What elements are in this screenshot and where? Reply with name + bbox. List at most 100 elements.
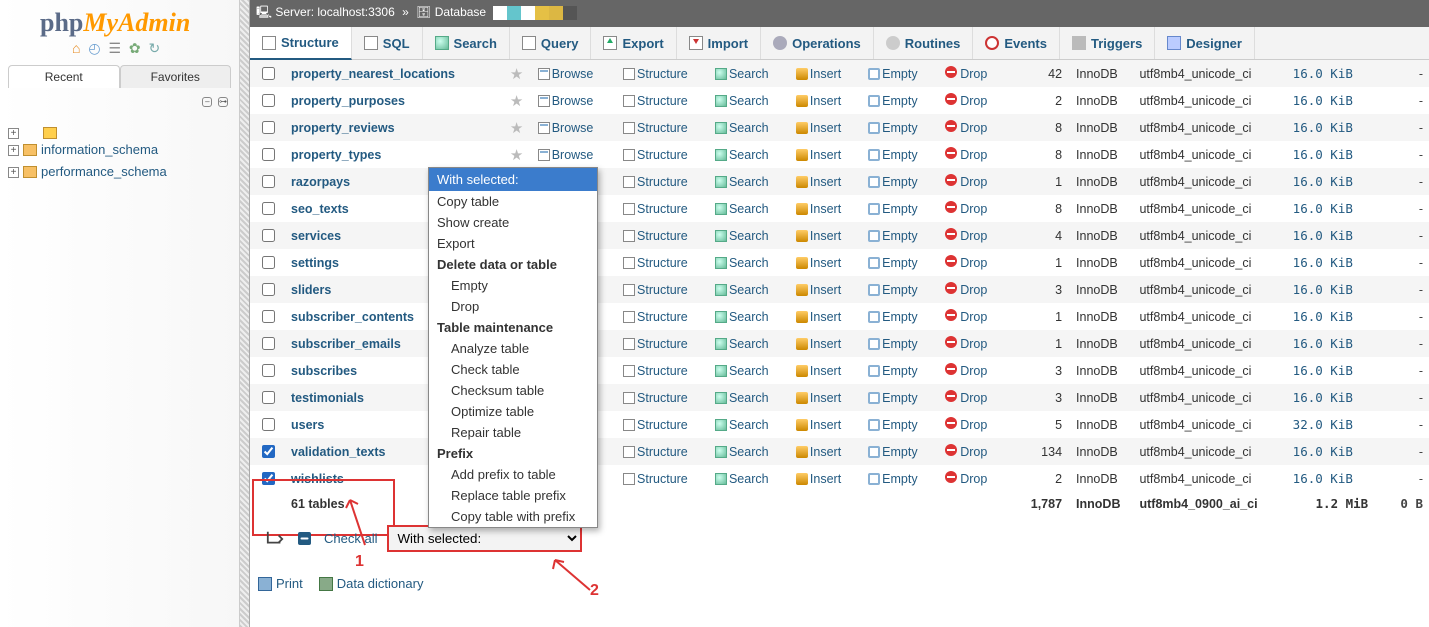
action-drop[interactable]: Drop: [945, 229, 988, 243]
row-checkbox[interactable]: [262, 229, 275, 242]
menu-check[interactable]: Check table: [429, 359, 597, 380]
tab-designer[interactable]: Designer: [1155, 27, 1255, 59]
print-link[interactable]: Print: [258, 576, 303, 591]
action-empty[interactable]: Empty: [868, 256, 917, 270]
tab-recent[interactable]: Recent: [8, 65, 120, 88]
row-checkbox[interactable]: [262, 337, 275, 350]
action-browse[interactable]: Browse: [538, 148, 594, 162]
action-structure[interactable]: Structure: [623, 418, 688, 432]
action-drop[interactable]: Drop: [945, 391, 988, 405]
action-insert[interactable]: Insert: [796, 67, 841, 81]
action-insert[interactable]: Insert: [796, 391, 841, 405]
action-drop[interactable]: Drop: [945, 310, 988, 324]
action-search[interactable]: Search: [715, 391, 769, 405]
table-name-link[interactable]: users: [291, 418, 324, 432]
menu-repair[interactable]: Repair table: [429, 422, 597, 443]
action-empty[interactable]: Empty: [868, 310, 917, 324]
action-search[interactable]: Search: [715, 202, 769, 216]
action-insert[interactable]: Insert: [796, 148, 841, 162]
tab-query[interactable]: Query: [510, 27, 592, 59]
row-checkbox[interactable]: [262, 202, 275, 215]
action-insert[interactable]: Insert: [796, 337, 841, 351]
action-search[interactable]: Search: [715, 175, 769, 189]
action-structure[interactable]: Structure: [623, 445, 688, 459]
action-insert[interactable]: Insert: [796, 364, 841, 378]
action-structure[interactable]: Structure: [623, 364, 688, 378]
action-structure[interactable]: Structure: [623, 283, 688, 297]
action-search[interactable]: Search: [715, 148, 769, 162]
action-drop[interactable]: Drop: [945, 121, 988, 135]
action-empty[interactable]: Empty: [868, 445, 917, 459]
action-insert[interactable]: Insert: [796, 445, 841, 459]
favorite-star-icon[interactable]: ★: [510, 147, 523, 164]
action-drop[interactable]: Drop: [945, 67, 988, 81]
table-name-link[interactable]: subscriber_contents: [291, 310, 414, 324]
table-name-link[interactable]: sliders: [291, 283, 331, 297]
action-search[interactable]: Search: [715, 472, 769, 486]
action-drop[interactable]: Drop: [945, 364, 988, 378]
favorite-star-icon[interactable]: ★: [510, 93, 523, 110]
action-structure[interactable]: Structure: [623, 67, 688, 81]
tab-events[interactable]: Events: [973, 27, 1060, 59]
action-structure[interactable]: Structure: [623, 229, 688, 243]
menu-copy-table[interactable]: Copy table: [429, 191, 597, 212]
row-checkbox[interactable]: [262, 256, 275, 269]
action-search[interactable]: Search: [715, 94, 769, 108]
action-search[interactable]: Search: [715, 418, 769, 432]
table-name-link[interactable]: property_purposes: [291, 94, 405, 108]
link-icon[interactable]: ⊶: [218, 97, 228, 107]
menu-drop[interactable]: Drop: [429, 296, 597, 317]
row-checkbox[interactable]: [262, 418, 275, 431]
tab-sql[interactable]: SQL: [352, 27, 423, 59]
db-performance-schema[interactable]: performance_schema: [41, 161, 167, 183]
action-empty[interactable]: Empty: [868, 229, 917, 243]
row-checkbox[interactable]: [262, 472, 275, 485]
action-structure[interactable]: Structure: [623, 472, 688, 486]
action-empty[interactable]: Empty: [868, 391, 917, 405]
favorite-star-icon[interactable]: ★: [510, 120, 523, 137]
row-checkbox[interactable]: [262, 310, 275, 323]
tab-favorites[interactable]: Favorites: [120, 65, 232, 88]
row-checkbox[interactable]: [262, 121, 275, 134]
breadcrumb-database[interactable]: Database: [435, 5, 486, 19]
action-structure[interactable]: Structure: [623, 337, 688, 351]
db-information-schema[interactable]: information_schema: [41, 139, 158, 161]
action-empty[interactable]: Empty: [868, 472, 917, 486]
action-insert[interactable]: Insert: [796, 310, 841, 324]
row-checkbox[interactable]: [262, 445, 275, 458]
row-checkbox[interactable]: [262, 148, 275, 161]
action-search[interactable]: Search: [715, 121, 769, 135]
menu-show-create[interactable]: Show create: [429, 212, 597, 233]
tab-export[interactable]: Export: [591, 27, 676, 59]
check-all-checkbox[interactable]: [298, 532, 311, 545]
tab-structure[interactable]: Structure: [250, 27, 352, 60]
menu-copy-prefix[interactable]: Copy table with prefix: [429, 506, 597, 527]
action-drop[interactable]: Drop: [945, 445, 988, 459]
tab-routines[interactable]: Routines: [874, 27, 974, 59]
action-drop[interactable]: Drop: [945, 94, 988, 108]
tab-triggers[interactable]: Triggers: [1060, 27, 1155, 59]
data-dictionary-link[interactable]: Data dictionary: [319, 576, 424, 591]
action-search[interactable]: Search: [715, 445, 769, 459]
action-insert[interactable]: Insert: [796, 283, 841, 297]
action-drop[interactable]: Drop: [945, 148, 988, 162]
menu-replace-prefix[interactable]: Replace table prefix: [429, 485, 597, 506]
action-insert[interactable]: Insert: [796, 418, 841, 432]
new-db-icon[interactable]: [43, 127, 57, 139]
row-checkbox[interactable]: [262, 364, 275, 377]
row-checkbox[interactable]: [262, 94, 275, 107]
favorite-star-icon[interactable]: ★: [510, 66, 523, 83]
table-name-link[interactable]: validation_texts: [291, 445, 385, 459]
action-drop[interactable]: Drop: [945, 418, 988, 432]
table-name-link[interactable]: property_reviews: [291, 121, 395, 135]
table-name-link[interactable]: seo_texts: [291, 202, 349, 216]
tab-operations[interactable]: Operations: [761, 27, 874, 59]
menu-export[interactable]: Export: [429, 233, 597, 254]
table-name-link[interactable]: subscribes: [291, 364, 357, 378]
action-search[interactable]: Search: [715, 364, 769, 378]
tab-import[interactable]: Import: [677, 27, 761, 59]
menu-analyze[interactable]: Analyze table: [429, 338, 597, 359]
tab-search[interactable]: Search: [423, 27, 510, 59]
menu-add-prefix[interactable]: Add prefix to table: [429, 464, 597, 485]
row-checkbox[interactable]: [262, 67, 275, 80]
